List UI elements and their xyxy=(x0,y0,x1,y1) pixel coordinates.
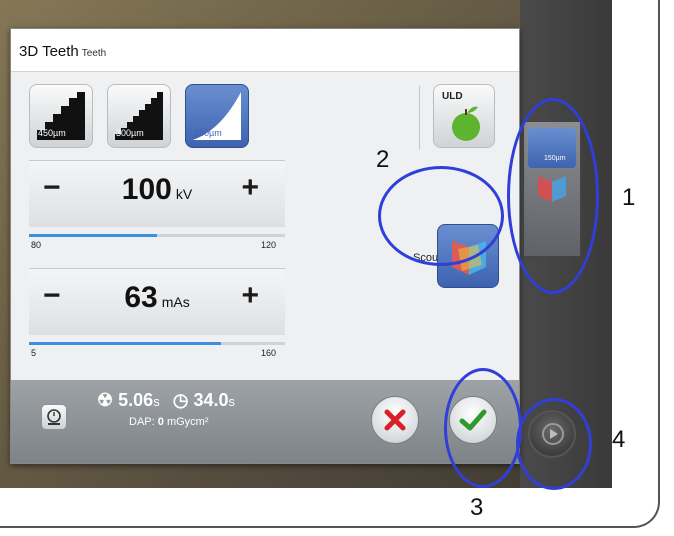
annotation-number-4: 4 xyxy=(612,426,626,453)
annotation-circle-1 xyxy=(507,98,599,294)
annotation-number-3: 3 xyxy=(470,494,484,521)
annotation-circle-2 xyxy=(378,166,504,266)
annotation-circle-4 xyxy=(516,398,592,490)
annotation-circle-3 xyxy=(444,368,522,488)
annotation-number-1: 1 xyxy=(622,184,636,211)
annotation-number-2: 2 xyxy=(376,146,390,173)
